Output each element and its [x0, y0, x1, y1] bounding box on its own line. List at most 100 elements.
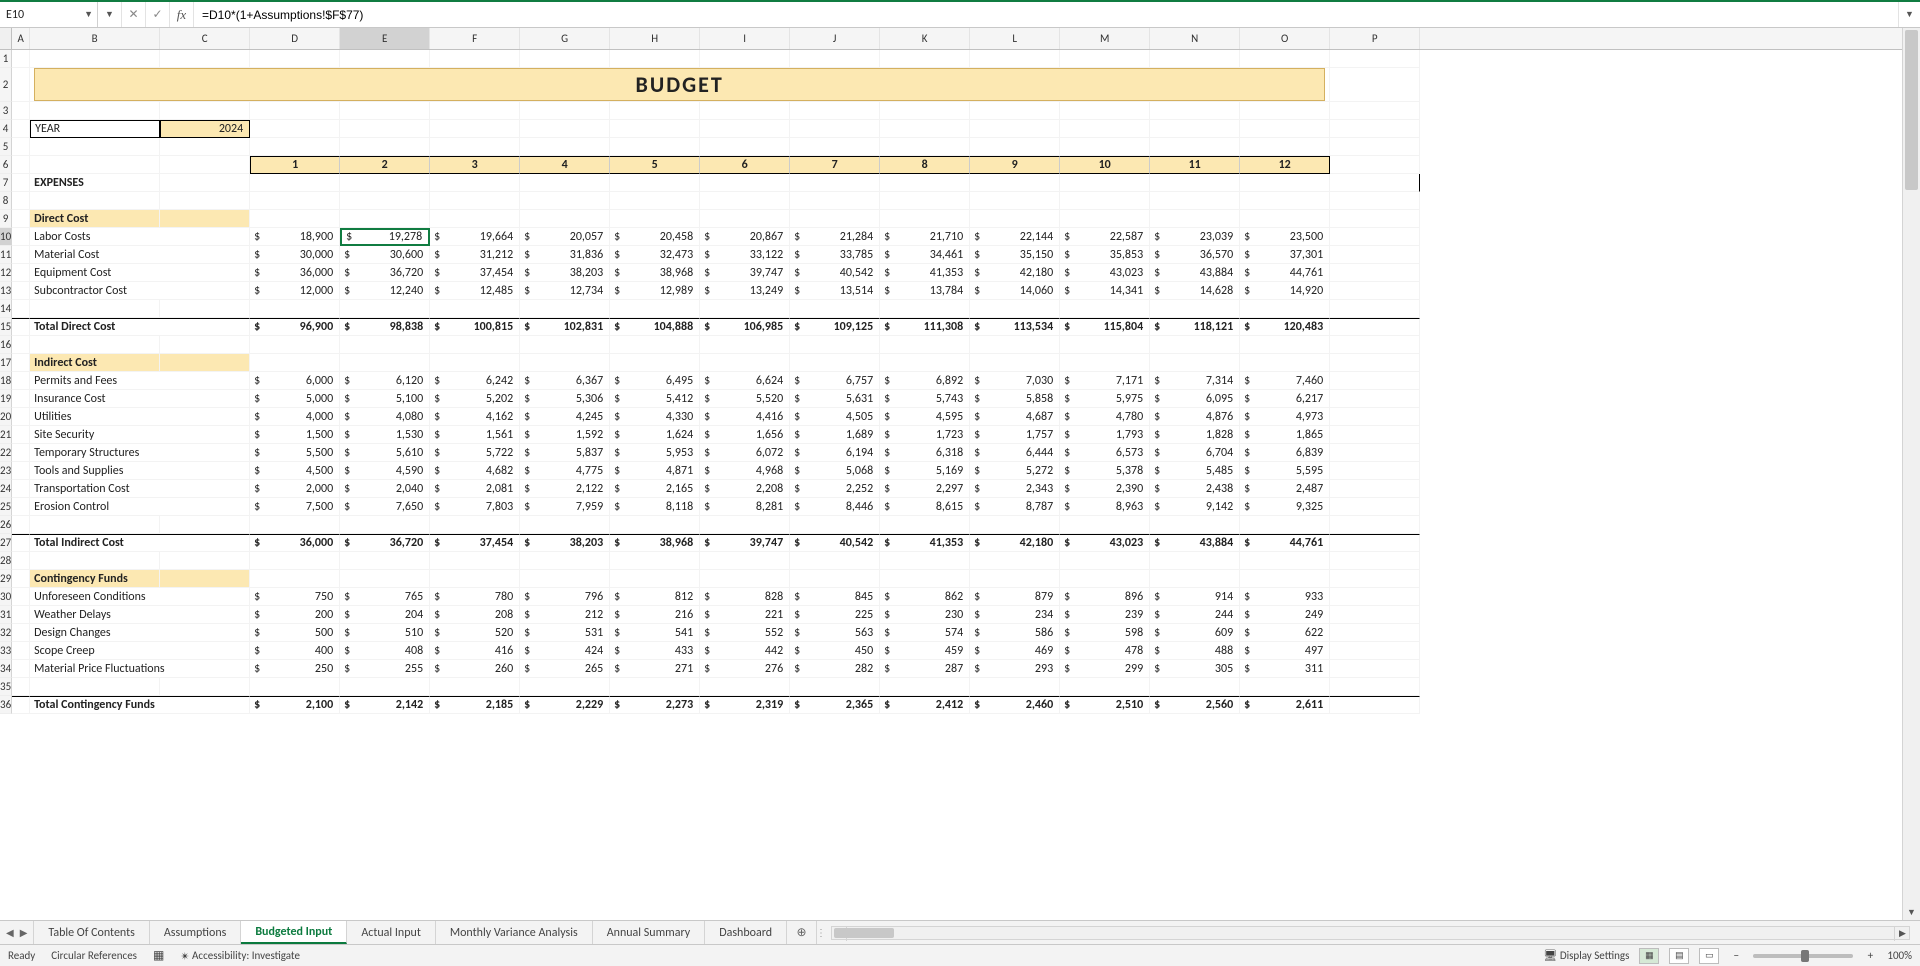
- cell-M27[interactable]: 43,023: [1060, 534, 1150, 552]
- cell-D34[interactable]: 250: [250, 660, 340, 678]
- cell-J18[interactable]: 6,757: [790, 372, 880, 390]
- cell-O1[interactable]: [1240, 50, 1330, 68]
- cell-H33[interactable]: 433: [610, 642, 700, 660]
- cell-P30[interactable]: [1330, 588, 1420, 606]
- cell-E23[interactable]: 4,590: [340, 462, 430, 480]
- cell-I26[interactable]: [700, 516, 790, 534]
- cell-B8[interactable]: [30, 192, 160, 210]
- cell-I1[interactable]: [700, 50, 790, 68]
- cell-F21[interactable]: 1,561: [430, 426, 520, 444]
- cell-F13[interactable]: 12,485: [430, 282, 520, 300]
- cell-D14[interactable]: [250, 300, 340, 318]
- cell-P16[interactable]: [1330, 336, 1420, 354]
- macro-record-icon[interactable]: ▦: [153, 948, 164, 963]
- cell-A17[interactable]: [12, 354, 30, 372]
- cell-H4[interactable]: [610, 120, 700, 138]
- column-header-N[interactable]: N: [1150, 28, 1240, 49]
- row-label[interactable]: Erosion Control: [30, 498, 250, 516]
- cell-D4[interactable]: [250, 120, 340, 138]
- cell-D16[interactable]: [250, 336, 340, 354]
- cell-A31[interactable]: [12, 606, 30, 624]
- cell-O33[interactable]: 497: [1240, 642, 1330, 660]
- row-header-12[interactable]: 12: [0, 264, 12, 282]
- cell-F5[interactable]: [430, 138, 520, 156]
- cell-P23[interactable]: [1330, 462, 1420, 480]
- cell-G9[interactable]: [520, 210, 610, 228]
- sheet-tab-annual-summary[interactable]: Annual Summary: [593, 921, 705, 944]
- cell-K3[interactable]: [880, 102, 970, 120]
- cell-K30[interactable]: 862: [880, 588, 970, 606]
- cell-K11[interactable]: 34,461: [880, 246, 970, 264]
- row-header-29[interactable]: 29: [0, 570, 12, 588]
- cell-P24[interactable]: [1330, 480, 1420, 498]
- cell-J24[interactable]: 2,252: [790, 480, 880, 498]
- cell-H16[interactable]: [610, 336, 700, 354]
- cell-F27[interactable]: 37,454: [430, 534, 520, 552]
- cell-H7[interactable]: [610, 174, 700, 192]
- column-header-M[interactable]: M: [1060, 28, 1150, 49]
- cell-P17[interactable]: [1330, 354, 1420, 372]
- select-all-corner[interactable]: [0, 28, 12, 50]
- column-header-P[interactable]: P: [1330, 28, 1420, 49]
- row-label[interactable]: Unforeseen Conditions: [30, 588, 250, 606]
- cell-G11[interactable]: 31,836: [520, 246, 610, 264]
- cell-N10[interactable]: 23,039: [1150, 228, 1240, 246]
- cell-P15[interactable]: [1330, 318, 1420, 336]
- cell-G19[interactable]: 5,306: [520, 390, 610, 408]
- row-header-19[interactable]: 19: [0, 390, 12, 408]
- cell-K25[interactable]: 8,615: [880, 498, 970, 516]
- cell-P10[interactable]: [1330, 228, 1420, 246]
- cell-I25[interactable]: 8,281: [700, 498, 790, 516]
- row-label[interactable]: Design Changes: [30, 624, 250, 642]
- cell-D27[interactable]: 36,000: [250, 534, 340, 552]
- cell-H19[interactable]: 5,412: [610, 390, 700, 408]
- expenses-heading[interactable]: EXPENSES: [30, 174, 160, 192]
- cell-D25[interactable]: 7,500: [250, 498, 340, 516]
- cell-A22[interactable]: [12, 444, 30, 462]
- cell-C5[interactable]: [160, 138, 250, 156]
- cell-P34[interactable]: [1330, 660, 1420, 678]
- cell-L21[interactable]: 1,757: [970, 426, 1060, 444]
- cell-O36[interactable]: 2,611: [1240, 696, 1330, 714]
- cell-L5[interactable]: [970, 138, 1060, 156]
- cell-J30[interactable]: 845: [790, 588, 880, 606]
- cell-I11[interactable]: 33,122: [700, 246, 790, 264]
- cell-B14[interactable]: [30, 300, 160, 318]
- cell-J27[interactable]: 40,542: [790, 534, 880, 552]
- cell-J8[interactable]: [790, 192, 880, 210]
- tab-splitter[interactable]: ⋮: [817, 921, 825, 944]
- cell-A1[interactable]: [12, 50, 30, 68]
- cell-C6[interactable]: [160, 156, 250, 174]
- cell-H8[interactable]: [610, 192, 700, 210]
- cell-I33[interactable]: 442: [700, 642, 790, 660]
- cell-K5[interactable]: [880, 138, 970, 156]
- cell-N11[interactable]: 36,570: [1150, 246, 1240, 264]
- cell-G12[interactable]: 38,203: [520, 264, 610, 282]
- cell-L33[interactable]: 469: [970, 642, 1060, 660]
- cell-F18[interactable]: 6,242: [430, 372, 520, 390]
- cell-O14[interactable]: [1240, 300, 1330, 318]
- cell-K19[interactable]: 5,743: [880, 390, 970, 408]
- cell-P3[interactable]: [1330, 102, 1420, 120]
- cell-M24[interactable]: 2,390: [1060, 480, 1150, 498]
- cell-K13[interactable]: 13,784: [880, 282, 970, 300]
- column-header-O[interactable]: O: [1240, 28, 1330, 49]
- cell-O29[interactable]: [1240, 570, 1330, 588]
- cell-I32[interactable]: 552: [700, 624, 790, 642]
- cell-L10[interactable]: 22,144: [970, 228, 1060, 246]
- cell-L30[interactable]: 879: [970, 588, 1060, 606]
- cell-K9[interactable]: [880, 210, 970, 228]
- cell-J28[interactable]: [790, 552, 880, 570]
- cell-I12[interactable]: 39,747: [700, 264, 790, 282]
- cell-O7[interactable]: [1240, 174, 1330, 192]
- cell-N4[interactable]: [1150, 120, 1240, 138]
- cell-D17[interactable]: [250, 354, 340, 372]
- grid-body[interactable]: BUDGETYEAR2024123456789101112EXPENSESDir…: [12, 50, 1902, 920]
- cancel-icon[interactable]: ✕: [122, 2, 146, 27]
- cell-O17[interactable]: [1240, 354, 1330, 372]
- sheet-tab-assumptions[interactable]: Assumptions: [150, 921, 241, 944]
- cell-D1[interactable]: [250, 50, 340, 68]
- cell-E11[interactable]: 30,600: [340, 246, 430, 264]
- cell-A14[interactable]: [12, 300, 30, 318]
- row-header-15[interactable]: 15: [0, 318, 12, 336]
